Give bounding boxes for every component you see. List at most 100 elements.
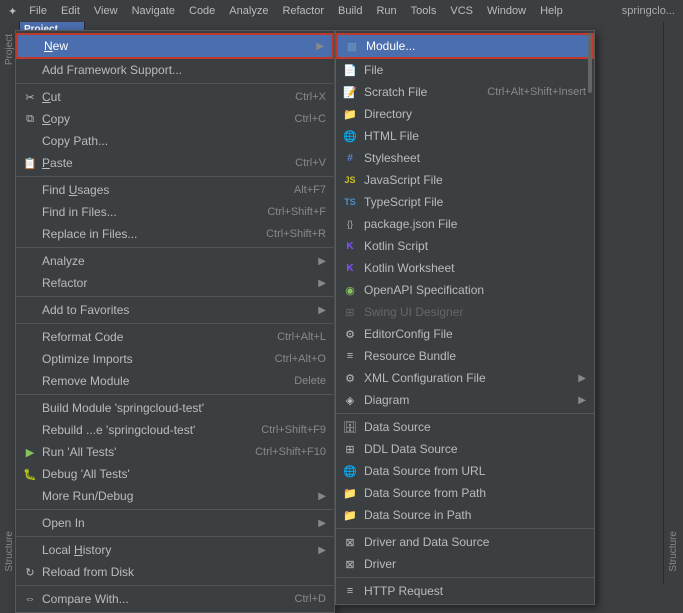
- menu-item-new[interactable]: New ▶: [18, 35, 332, 57]
- menu-item-copy[interactable]: ⧉ Copy Ctrl+C: [16, 108, 334, 130]
- menu-item-find-usages[interactable]: Find Usages Alt+F7: [16, 179, 334, 201]
- menu-item-more-run-debug[interactable]: More Run/Debug ▶: [16, 485, 334, 507]
- menu-item-build-module[interactable]: Build Module 'springcloud-test': [16, 397, 334, 419]
- submenu-item-html[interactable]: 🌐 HTML File: [336, 125, 594, 147]
- submenu-item-directory[interactable]: 📁 Directory: [336, 103, 594, 125]
- menu-item-cut[interactable]: ✂ Cut Ctrl+X: [16, 86, 334, 108]
- submenu-label-xml-config: XML Configuration File: [364, 371, 574, 385]
- menu-help[interactable]: Help: [534, 3, 569, 19]
- menu-item-remove-module[interactable]: Remove Module Delete: [16, 370, 334, 392]
- menu-refactor[interactable]: Refactor: [276, 3, 330, 19]
- driver-icon: ⊠: [342, 556, 358, 572]
- menu-item-debug-tests[interactable]: 🐛 Debug 'All Tests': [16, 463, 334, 485]
- menu-item-add-framework[interactable]: Add Framework Support...: [16, 59, 334, 81]
- menu-item-analyze[interactable]: Analyze ▶: [16, 250, 334, 272]
- submenu-item-file[interactable]: 📄 File: [336, 59, 594, 81]
- kotlin-worksheet-icon: K: [342, 260, 358, 276]
- refactor-arrow: ▶: [318, 278, 326, 289]
- menu-item-refactor[interactable]: Refactor ▶: [16, 272, 334, 294]
- submenu-separator-2: [336, 528, 594, 529]
- menu-item-rebuild[interactable]: Rebuild ...e 'springcloud-test' Ctrl+Shi…: [16, 419, 334, 441]
- diagram-arrow: ▶: [578, 395, 586, 406]
- scroll-thumb[interactable]: [588, 33, 592, 93]
- optimize-icon: [22, 351, 38, 367]
- reload-icon: ↻: [22, 564, 38, 580]
- submenu-item-driver-ds[interactable]: ⊠ Driver and Data Source: [336, 531, 594, 553]
- copy-icon: ⧉: [22, 111, 38, 127]
- menu-vcs[interactable]: VCS: [444, 3, 479, 19]
- menu-item-copy-path[interactable]: Copy Path...: [16, 130, 334, 152]
- menu-build[interactable]: Build: [332, 3, 368, 19]
- local-history-arrow: ▶: [318, 545, 326, 556]
- menu-item-local-history[interactable]: Local History ▶: [16, 539, 334, 561]
- submenu-item-xml-config[interactable]: ⚙ XML Configuration File ▶: [336, 367, 594, 389]
- sidebar-tab-right[interactable]: Structure: [666, 523, 681, 580]
- menu-item-paste[interactable]: 📋 Paste Ctrl+V: [16, 152, 334, 174]
- find-in-files-shortcut: Ctrl+Shift+F: [267, 206, 326, 218]
- submenu-item-ds-url[interactable]: 🌐 Data Source from URL: [336, 460, 594, 482]
- menu-analyze[interactable]: Analyze: [223, 3, 274, 19]
- separator-7: [16, 509, 334, 510]
- submenu-item-kotlin-script[interactable]: K Kotlin Script: [336, 235, 594, 257]
- menu-item-reformat[interactable]: Reformat Code Ctrl+Alt+L: [16, 326, 334, 348]
- menu-navigate[interactable]: Navigate: [126, 3, 181, 19]
- menu-item-optimize[interactable]: Optimize Imports Ctrl+Alt+O: [16, 348, 334, 370]
- menu-view[interactable]: View: [88, 3, 124, 19]
- menu-label-find-usages: Find Usages: [42, 183, 274, 197]
- paste-shortcut: Ctrl+V: [295, 157, 326, 169]
- submenu-item-javascript[interactable]: JS JavaScript File: [336, 169, 594, 191]
- submenu-item-module[interactable]: ▦ Module...: [338, 35, 592, 57]
- submenu-item-ddl[interactable]: ⊞ DDL Data Source: [336, 438, 594, 460]
- submenu-item-diagram[interactable]: ◈ Diagram ▶: [336, 389, 594, 411]
- separator-3: [16, 247, 334, 248]
- menu-label-run-tests: Run 'All Tests': [42, 445, 235, 459]
- diagram-icon: ◈: [342, 392, 358, 408]
- menu-item-find-in-files[interactable]: Find in Files... Ctrl+Shift+F: [16, 201, 334, 223]
- separator-4: [16, 296, 334, 297]
- menu-label-optimize: Optimize Imports: [42, 352, 255, 366]
- menu-edit[interactable]: Edit: [55, 3, 86, 19]
- menu-item-compare[interactable]: ⇔ Compare With... Ctrl+D: [16, 588, 334, 610]
- menu-window[interactable]: Window: [481, 3, 532, 19]
- submenu-label-typescript: TypeScript File: [364, 195, 586, 209]
- menu-label-remove-module: Remove Module: [42, 374, 274, 388]
- menu-item-replace-in-files[interactable]: Replace in Files... Ctrl+Shift+R: [16, 223, 334, 245]
- submenu-item-resource-bundle[interactable]: ≡ Resource Bundle: [336, 345, 594, 367]
- menu-code[interactable]: Code: [183, 3, 221, 19]
- separator-2: [16, 176, 334, 177]
- menu-label-analyze: Analyze: [42, 254, 314, 268]
- remove-module-shortcut: Delete: [294, 375, 326, 387]
- menu-label-replace-in-files: Replace in Files...: [42, 227, 246, 241]
- menu-tools[interactable]: Tools: [405, 3, 443, 19]
- submenu-label-driver-ds: Driver and Data Source: [364, 535, 586, 549]
- new-row-border: New ▶: [16, 33, 334, 59]
- optimize-shortcut: Ctrl+Alt+O: [275, 353, 326, 365]
- submenu-item-kotlin-worksheet[interactable]: K Kotlin Worksheet: [336, 257, 594, 279]
- submenu-label-html: HTML File: [364, 129, 586, 143]
- submenu-item-driver[interactable]: ⊠ Driver: [336, 553, 594, 575]
- menu-label-refactor: Refactor: [42, 276, 314, 290]
- submenu-label-kotlin-worksheet: Kotlin Worksheet: [364, 261, 586, 275]
- find-in-files-icon: [22, 204, 38, 220]
- run-tests-icon: ▶: [22, 444, 38, 460]
- menu-run[interactable]: Run: [370, 3, 402, 19]
- menu-item-run-tests[interactable]: ▶ Run 'All Tests' Ctrl+Shift+F10: [16, 441, 334, 463]
- submenu-item-ds-in-path[interactable]: 📁 Data Source in Path: [336, 504, 594, 526]
- menu-file[interactable]: File: [23, 3, 53, 19]
- menu-item-reload[interactable]: ↻ Reload from Disk: [16, 561, 334, 583]
- submenu-item-ds-path[interactable]: 📁 Data Source from Path: [336, 482, 594, 504]
- menu-item-add-favorites[interactable]: Add to Favorites ▶: [16, 299, 334, 321]
- submenu-item-http[interactable]: ≡ HTTP Request: [336, 580, 594, 602]
- submenu-item-scratch-file[interactable]: 📝 Scratch File Ctrl+Alt+Shift+Insert: [336, 81, 594, 103]
- menu-label-add-favorites: Add to Favorites: [42, 303, 314, 317]
- submenu-item-stylesheet[interactable]: # Stylesheet: [336, 147, 594, 169]
- submenu-item-typescript[interactable]: TS TypeScript File: [336, 191, 594, 213]
- compare-shortcut: Ctrl+D: [295, 593, 326, 605]
- reformat-shortcut: Ctrl+Alt+L: [277, 331, 326, 343]
- submenu-item-package-json[interactable]: {} package.json File: [336, 213, 594, 235]
- submenu-item-editorconfig[interactable]: ⚙ EditorConfig File: [336, 323, 594, 345]
- submenu-item-data-source[interactable]: 🗄 Data Source: [336, 416, 594, 438]
- scroll-indicator: [587, 31, 593, 604]
- submenu-item-openapi[interactable]: ◉ OpenAPI Specification: [336, 279, 594, 301]
- menu-item-open-in[interactable]: Open In ▶: [16, 512, 334, 534]
